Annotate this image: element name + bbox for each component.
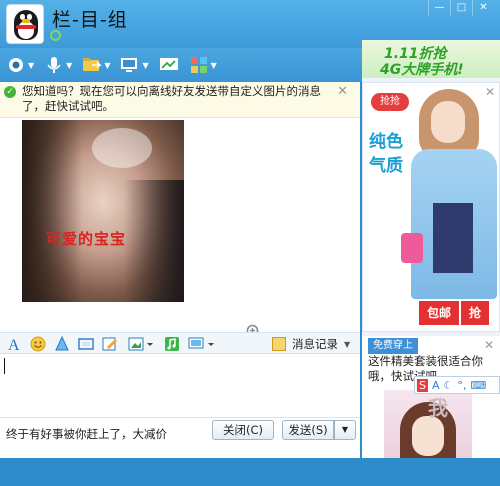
ad-top-line2: 4G大牌手机! bbox=[380, 62, 464, 78]
svg-text:A: A bbox=[8, 337, 20, 352]
free-shipping-badge[interactable]: 包邮 bbox=[419, 301, 459, 325]
remote-desktop-icon bbox=[120, 55, 140, 75]
tip-notice: ✓ 您知道吗？现在您可以向离线好友发送带自定义图片的消息了，赶快试试吧。 ✕ bbox=[0, 82, 360, 118]
ime-punct[interactable]: °, bbox=[457, 379, 466, 392]
image-send-icon[interactable] bbox=[128, 336, 154, 352]
screen-share-icon bbox=[159, 55, 179, 75]
ad-sidebar: 1.11折抢 4G大牌手机! ✕ 抢抢 纯色 气质 包邮 抢 免费穿上 ✕ 这件… bbox=[362, 40, 500, 486]
tryon-tag: 免费穿上 bbox=[368, 338, 418, 354]
chat-toolbar: ▼ ▼ ▼ ▼ ▼ bbox=[0, 48, 362, 82]
ime-logo[interactable]: S bbox=[417, 378, 428, 392]
doodle-icon[interactable] bbox=[102, 336, 118, 352]
tip-text: 您知道吗？现在您可以向离线好友发送带自定义图片的消息了，赶快试试吧。 bbox=[22, 84, 321, 113]
ad-model-face bbox=[431, 101, 465, 143]
ime-keyboard-icon[interactable]: ⌨ bbox=[470, 379, 486, 392]
ime-moon-icon[interactable]: ☾ bbox=[444, 379, 454, 392]
image-caption: 可爱的宝宝 bbox=[46, 230, 127, 248]
fashion-ad[interactable]: ✕ 抢抢 纯色 气质 包邮 抢 bbox=[362, 82, 500, 332]
chat-title: 栏-目-组 bbox=[52, 9, 128, 31]
baby-photo: 可爱的宝宝 bbox=[22, 120, 184, 302]
promo-text[interactable]: 终于有好事被你赶上了，大减价 bbox=[6, 426, 167, 442]
tryon-face bbox=[412, 416, 444, 456]
ad-headline-1: 纯色 bbox=[369, 132, 403, 152]
voice-call-button[interactable]: ▼ bbox=[44, 52, 72, 78]
chevron-down-icon: ▼ bbox=[142, 60, 149, 70]
voice-call-icon bbox=[44, 55, 64, 75]
ad-close-button[interactable]: ✕ bbox=[485, 85, 495, 99]
screenshot-frame-icon[interactable] bbox=[78, 336, 94, 352]
check-icon: ✓ bbox=[4, 86, 16, 98]
chevron-down-icon: ▼ bbox=[104, 60, 111, 70]
ad-model-dress bbox=[433, 203, 473, 273]
received-image[interactable]: 可爱的宝宝 bbox=[20, 120, 270, 340]
notice-close-button[interactable]: ✕ bbox=[337, 84, 348, 99]
maximize-button[interactable]: □ bbox=[450, 0, 472, 16]
penguin-belly bbox=[18, 21, 34, 39]
penguin-beak bbox=[22, 19, 30, 23]
photo-shade-left bbox=[22, 120, 82, 302]
tryon-pic-text: 我 bbox=[428, 396, 448, 420]
screen-share-button[interactable] bbox=[159, 52, 179, 78]
chevron-down-icon: ▼ bbox=[66, 60, 73, 70]
remote-desktop-button[interactable]: ▼ bbox=[120, 52, 149, 78]
text-cursor bbox=[4, 358, 5, 374]
chevron-down-icon: ▼ bbox=[210, 60, 217, 70]
file-transfer-icon bbox=[82, 55, 103, 75]
history-label: 消息记录 bbox=[292, 337, 338, 351]
window-controls: — □ ✕ bbox=[428, 0, 494, 16]
close-button[interactable]: 关闭(C) bbox=[212, 420, 274, 440]
photo-shade-right bbox=[124, 180, 184, 302]
font-icon[interactable]: A bbox=[6, 336, 22, 354]
send-options-button[interactable]: ▼ bbox=[334, 420, 356, 440]
ime-mode[interactable]: A bbox=[432, 379, 440, 392]
ad-model-bag bbox=[401, 233, 423, 263]
video-call-button[interactable]: ▼ bbox=[6, 52, 34, 78]
close-window-button[interactable]: ✕ bbox=[472, 0, 494, 16]
bottom-bar: 终于有好事被你赶上了，大减价 关闭(C) 发送(S) ▼ bbox=[0, 418, 360, 458]
minimize-button[interactable]: — bbox=[428, 0, 450, 16]
phone-ad-banner[interactable]: 1.11折抢 4G大牌手机! bbox=[362, 40, 500, 78]
chevron-down-icon: ▼ bbox=[28, 60, 35, 70]
tryon-close-button[interactable]: ✕ bbox=[484, 338, 494, 352]
screen-capture-icon[interactable] bbox=[188, 336, 216, 352]
input-toolbar: A 消息记录 ▼ bbox=[0, 332, 360, 354]
ad-headline-2: 气质 bbox=[369, 156, 403, 176]
message-input[interactable] bbox=[0, 354, 360, 418]
penguin-scarf bbox=[16, 25, 36, 29]
message-area[interactable]: ✓ 您知道吗？现在您可以向离线好友发送带自定义图片的消息了，赶快试试吧。 ✕ 可… bbox=[0, 82, 360, 340]
send-button[interactable]: 发送(S) bbox=[282, 420, 334, 440]
ad-tag: 抢抢 bbox=[371, 93, 409, 111]
avatar[interactable] bbox=[6, 4, 44, 44]
apps-icon bbox=[189, 55, 209, 75]
file-transfer-button[interactable]: ▼ bbox=[82, 52, 110, 78]
emoji-icon[interactable] bbox=[30, 336, 46, 352]
message-history-button[interactable]: 消息记录 ▼ bbox=[272, 336, 350, 352]
chevron-down-icon: ▼ bbox=[344, 339, 351, 349]
video-call-icon bbox=[6, 55, 26, 75]
history-icon bbox=[272, 337, 286, 351]
photo-highlight bbox=[92, 128, 152, 168]
shake-icon[interactable] bbox=[54, 335, 70, 352]
online-status-icon[interactable] bbox=[50, 30, 61, 41]
music-icon[interactable] bbox=[164, 336, 180, 352]
ime-toolbar[interactable]: S A ☾ °, ⌨ bbox=[414, 376, 500, 394]
window-frame-bottom bbox=[0, 458, 500, 486]
grab-badge[interactable]: 抢 bbox=[461, 301, 489, 325]
apps-button[interactable]: ▼ bbox=[189, 52, 217, 78]
